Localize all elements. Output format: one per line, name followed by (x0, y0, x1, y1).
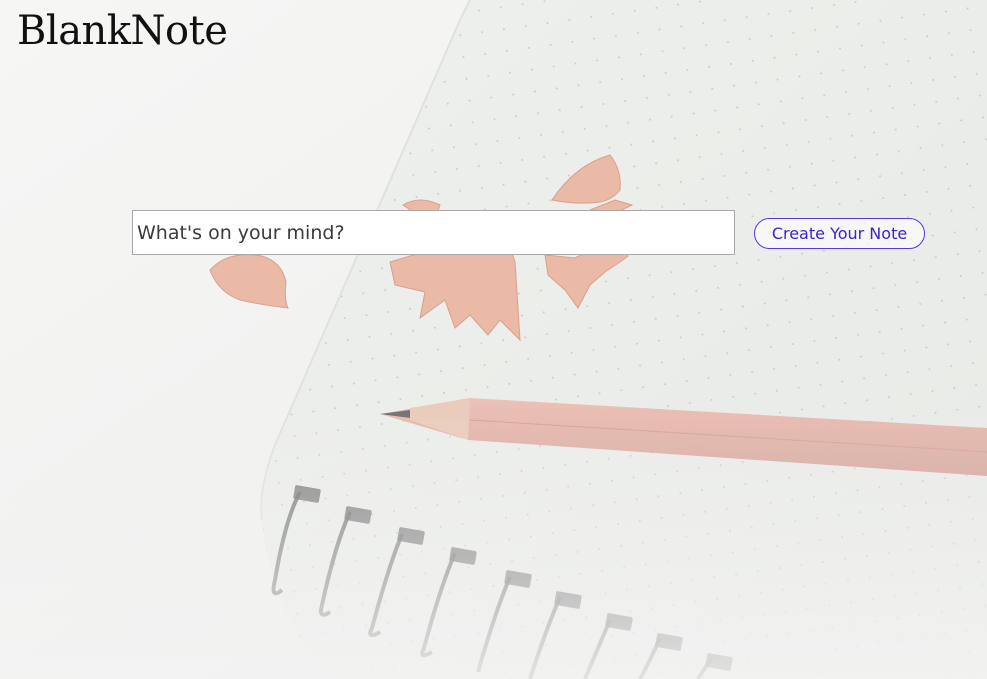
note-input[interactable] (132, 210, 735, 255)
background-photo (0, 0, 987, 679)
app-title: BlankNote (17, 8, 228, 54)
create-note-button[interactable]: Create Your Note (754, 218, 925, 249)
note-form: Create Your Note (132, 210, 932, 256)
